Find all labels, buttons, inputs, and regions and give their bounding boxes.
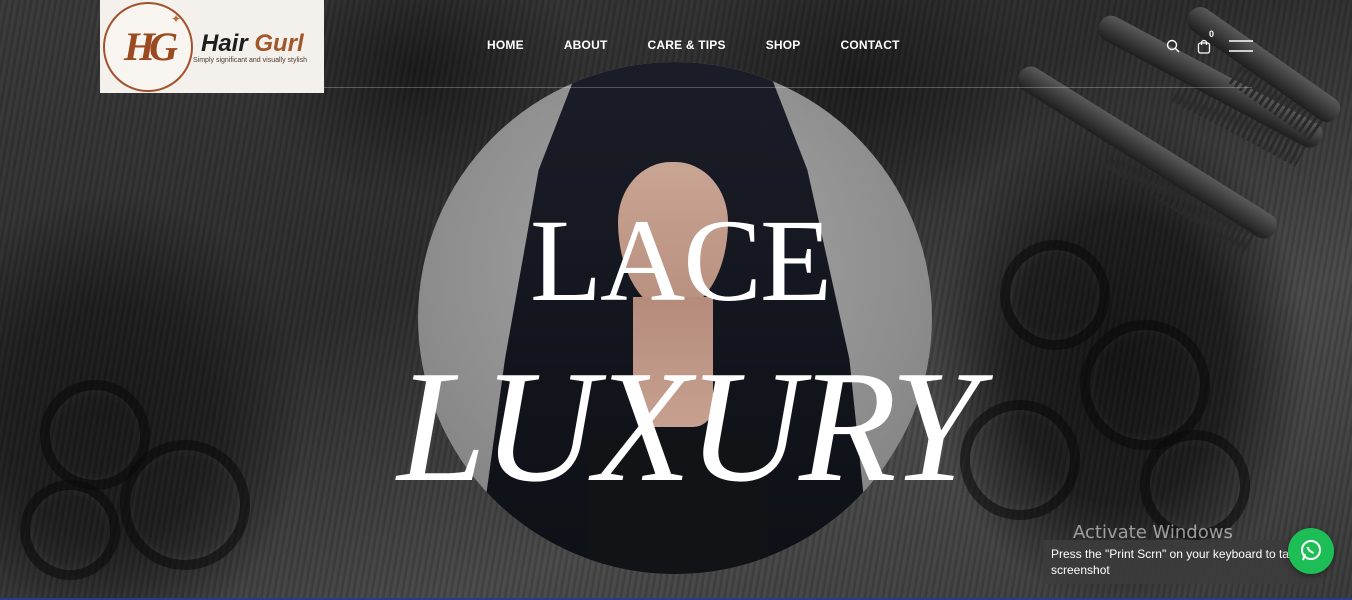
- logo-text: Hair Gurl Simply significant and visuall…: [193, 30, 307, 64]
- shopping-bag-icon[interactable]: 0: [1194, 29, 1214, 56]
- hero-section: LACE LUXURY HG ✦ Hair Gurl Simply signif…: [0, 0, 1352, 600]
- nav-divider: [324, 87, 1252, 88]
- logo-monogram: HG: [124, 24, 178, 69]
- hero-title-line2: LUXURY: [397, 337, 979, 515]
- whatsapp-button[interactable]: [1288, 528, 1334, 574]
- header-icons: 0: [1163, 29, 1254, 56]
- whatsapp-icon: [1301, 540, 1321, 561]
- cart-count-badge: 0: [1208, 29, 1214, 39]
- logo-tagline: Simply significant and visually stylish: [193, 56, 307, 64]
- nav-shop[interactable]: SHOP: [766, 38, 801, 52]
- hero-title-line1: LACE: [529, 195, 832, 326]
- screenshot-toast: Press the "Print Scrn" on your keyboard …: [1043, 540, 1321, 584]
- logo-name-gurl: Gurl: [254, 29, 304, 57]
- nav-care-tips[interactable]: CARE & TIPS: [647, 38, 725, 52]
- search-icon[interactable]: [1163, 36, 1183, 56]
- hamburger-menu-icon[interactable]: [1228, 36, 1254, 56]
- nav-about[interactable]: ABOUT: [564, 38, 608, 52]
- site-logo[interactable]: HG ✦ Hair Gurl Simply significant and vi…: [100, 0, 324, 93]
- sparkle-icon: ✦: [170, 11, 181, 26]
- logo-mark: HG ✦: [103, 1, 193, 92]
- nav-contact[interactable]: CONTACT: [841, 38, 900, 52]
- logo-name-hair: Hair: [201, 29, 255, 57]
- logo-name: Hair Gurl: [201, 30, 307, 58]
- nav-home[interactable]: HOME: [487, 38, 524, 52]
- main-nav: HOME ABOUT CARE & TIPS SHOP CONTACT: [487, 38, 900, 52]
